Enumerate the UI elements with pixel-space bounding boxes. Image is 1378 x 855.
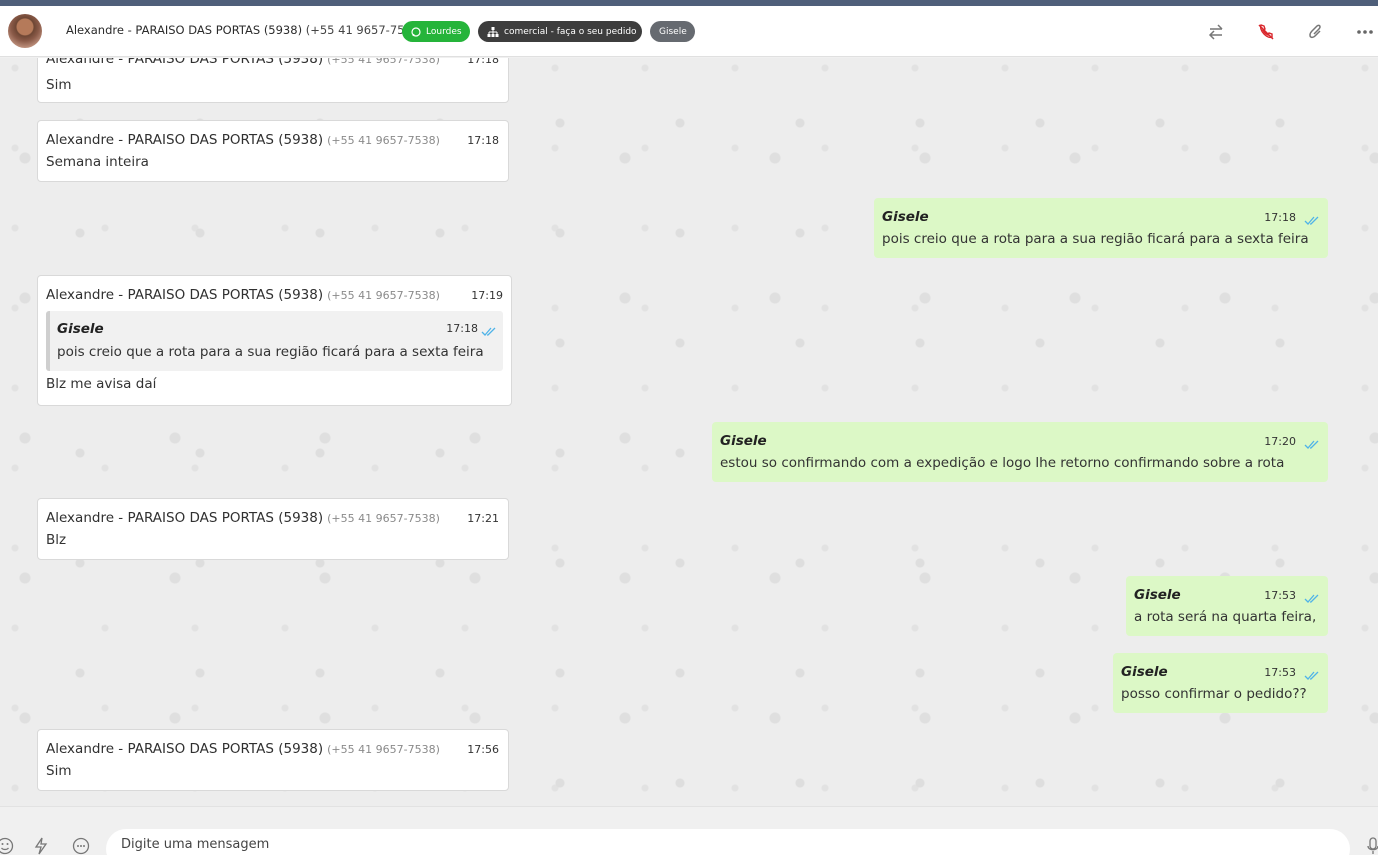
attach-icon[interactable] <box>1306 22 1326 42</box>
whatsapp-connection-tag[interactable]: Lourdes <box>402 21 470 42</box>
chat-header: Alexandre - PARAISO DAS PORTAS (5938) (+… <box>0 6 1378 57</box>
message-input-placeholder: Digite uma mensagem <box>121 837 270 852</box>
outgoing-message[interactable]: Gisele 17:53 posso confirmar o pedido?? <box>1113 653 1328 713</box>
message-text: Blz me avisa daí <box>46 376 157 392</box>
message-text: Sim <box>46 763 72 779</box>
message-text: a rota será na quarta feira, <box>1134 609 1317 625</box>
double-check-icon <box>1304 589 1320 608</box>
quoted-time: 17:18 <box>446 322 478 335</box>
message-input[interactable]: Digite uma mensagem <box>106 829 1350 855</box>
department-tag[interactable]: comercial - faça o seu pedido <box>478 21 642 42</box>
message-sender: Gisele <box>1121 664 1168 680</box>
quick-reply-icon[interactable] <box>32 837 50 855</box>
more-options-icon[interactable] <box>1355 22 1375 42</box>
avatar[interactable] <box>8 14 42 48</box>
sitemap-icon <box>487 26 499 37</box>
transfer-icon[interactable] <box>1206 22 1226 42</box>
incoming-message[interactable]: Alexandre - PARAISO DAS PORTAS (5938) (+5… <box>37 120 509 182</box>
contact-title[interactable]: Alexandre - PARAISO DAS PORTAS (5938) (+… <box>66 23 424 37</box>
message-sender: Alexandre - PARAISO DAS PORTAS (5938) (+5… <box>46 741 440 757</box>
message-text: Semana inteira <box>46 154 149 170</box>
message-sender: Alexandre - PARAISO DAS PORTAS (5938) (+5… <box>46 287 440 303</box>
quoted-sender: Gisele <box>57 321 104 337</box>
assigned-user-label: Gisele <box>659 26 687 37</box>
quoted-text: pois creio que a rota para a sua região … <box>57 344 484 360</box>
sender-phone: (+55 41 9657-7538) <box>327 289 440 302</box>
message-sender: Gisele <box>882 209 929 225</box>
message-time: 17:56 <box>467 743 499 756</box>
message-sender: Alexandre - PARAISO DAS PORTAS (5938) (+5… <box>46 58 440 67</box>
outgoing-message[interactable]: Gisele 17:20 estou so confirmando com a … <box>712 422 1328 482</box>
message-sender: Alexandre - PARAISO DAS PORTAS (5938) (+5… <box>46 510 440 526</box>
microphone-icon[interactable] <box>1364 837 1378 855</box>
department-tag-label: comercial - faça o seu pedido <box>504 26 637 37</box>
message-time: 17:53 <box>1264 589 1296 602</box>
incoming-message[interactable]: Alexandre - PARAISO DAS PORTAS (5938) (+5… <box>37 275 512 406</box>
double-check-icon <box>1304 211 1320 230</box>
message-text: Blz <box>46 532 67 548</box>
whatsapp-icon <box>411 26 421 37</box>
message-time: 17:53 <box>1264 666 1296 679</box>
assigned-user-tag[interactable]: Gisele <box>650 21 695 42</box>
message-time: 17:18 <box>1264 211 1296 224</box>
message-sender: Alexandre - PARAISO DAS PORTAS (5938) (+5… <box>46 132 440 148</box>
sender-phone: (+55 41 9657-7538) <box>327 134 440 147</box>
message-list[interactable]: Alexandre - PARAISO DAS PORTAS (5938) (+5… <box>0 58 1378 806</box>
message-text: pois creio que a rota para a sua região … <box>882 231 1309 247</box>
message-time: 17:19 <box>471 289 503 302</box>
message-time: 17:20 <box>1264 435 1296 448</box>
outgoing-message[interactable]: Gisele 17:53 a rota será na quarta feira… <box>1126 576 1328 636</box>
incoming-message[interactable]: Alexandre - PARAISO DAS PORTAS (5938) (+5… <box>37 729 509 791</box>
outgoing-message[interactable]: Gisele 17:18 pois creio que a rota para … <box>874 198 1328 258</box>
sender-phone: (+55 41 9657-7538) <box>327 743 440 756</box>
incoming-message[interactable]: Alexandre - PARAISO DAS PORTAS (5938) (+5… <box>37 498 509 560</box>
whatsapp-tag-label: Lourdes <box>426 26 462 37</box>
incoming-message[interactable]: Alexandre - PARAISO DAS PORTAS (5938) (+5… <box>37 58 509 103</box>
message-text: Sim <box>46 77 72 93</box>
contact-name: Alexandre - PARAISO DAS PORTAS (5938) <box>66 23 303 37</box>
chat-bubble-icon[interactable] <box>72 837 90 855</box>
sender-phone: (+55 41 9657-7538) <box>327 58 440 66</box>
double-check-icon <box>481 322 497 341</box>
double-check-icon <box>1304 435 1320 454</box>
emoji-icon[interactable] <box>0 837 14 855</box>
message-time: 17:18 <box>467 58 499 66</box>
double-check-icon <box>1304 666 1320 685</box>
message-time: 17:18 <box>467 134 499 147</box>
message-text: estou so confirmando com a expedição e l… <box>720 455 1285 471</box>
composer-bar: Digite uma mensagem <box>0 806 1378 855</box>
sender-phone: (+55 41 9657-7538) <box>327 512 440 525</box>
message-text: posso confirmar o pedido?? <box>1121 686 1307 702</box>
message-sender: Gisele <box>720 433 767 449</box>
quoted-message[interactable]: Gisele 17:18 pois creio que a rota para … <box>46 311 503 371</box>
end-call-icon[interactable] <box>1256 22 1276 42</box>
message-time: 17:21 <box>467 512 499 525</box>
message-sender: Gisele <box>1134 587 1181 603</box>
